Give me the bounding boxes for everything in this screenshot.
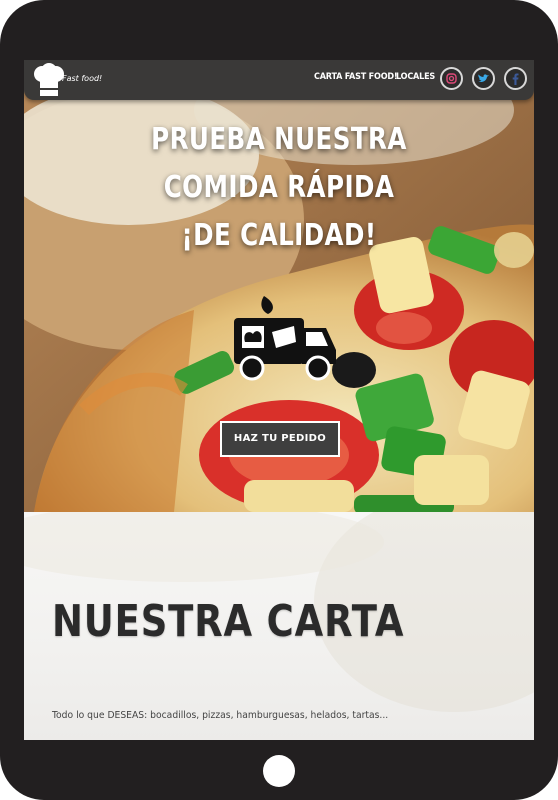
navbar: Fast food! CARTA FAST FOOD! LOCALES: [24, 60, 534, 100]
nav-link-carta[interactable]: CARTA FAST FOOD!: [314, 72, 398, 82]
menu-section: NUESTRA CARTA Todo lo que DESEAS: bocadi…: [24, 512, 534, 740]
home-button[interactable]: [263, 755, 295, 787]
twitter-icon[interactable]: [472, 67, 495, 90]
section-title: NUESTRA CARTA: [52, 596, 405, 647]
screen: PRUEBA NUESTRA COMIDA RÁPIDA ¡DE CALIDAD…: [24, 60, 534, 740]
nav-link-locales[interactable]: LOCALES: [396, 72, 435, 82]
section-description: Todo lo que DESEAS: bocadillos, pizzas, …: [52, 710, 389, 721]
hero-title: PRUEBA NUESTRA COMIDA RÁPIDA ¡DE CALIDAD…: [151, 122, 407, 253]
order-button[interactable]: HAZ TU PEDIDO: [220, 421, 340, 457]
chef-hat-icon[interactable]: [32, 62, 66, 98]
hero-section: PRUEBA NUESTRA COMIDA RÁPIDA ¡DE CALIDAD…: [24, 60, 534, 512]
food-truck-icon: [234, 296, 336, 381]
facebook-icon[interactable]: [504, 67, 527, 90]
instagram-icon[interactable]: [440, 67, 463, 90]
brand-name: Fast food!: [62, 74, 103, 83]
